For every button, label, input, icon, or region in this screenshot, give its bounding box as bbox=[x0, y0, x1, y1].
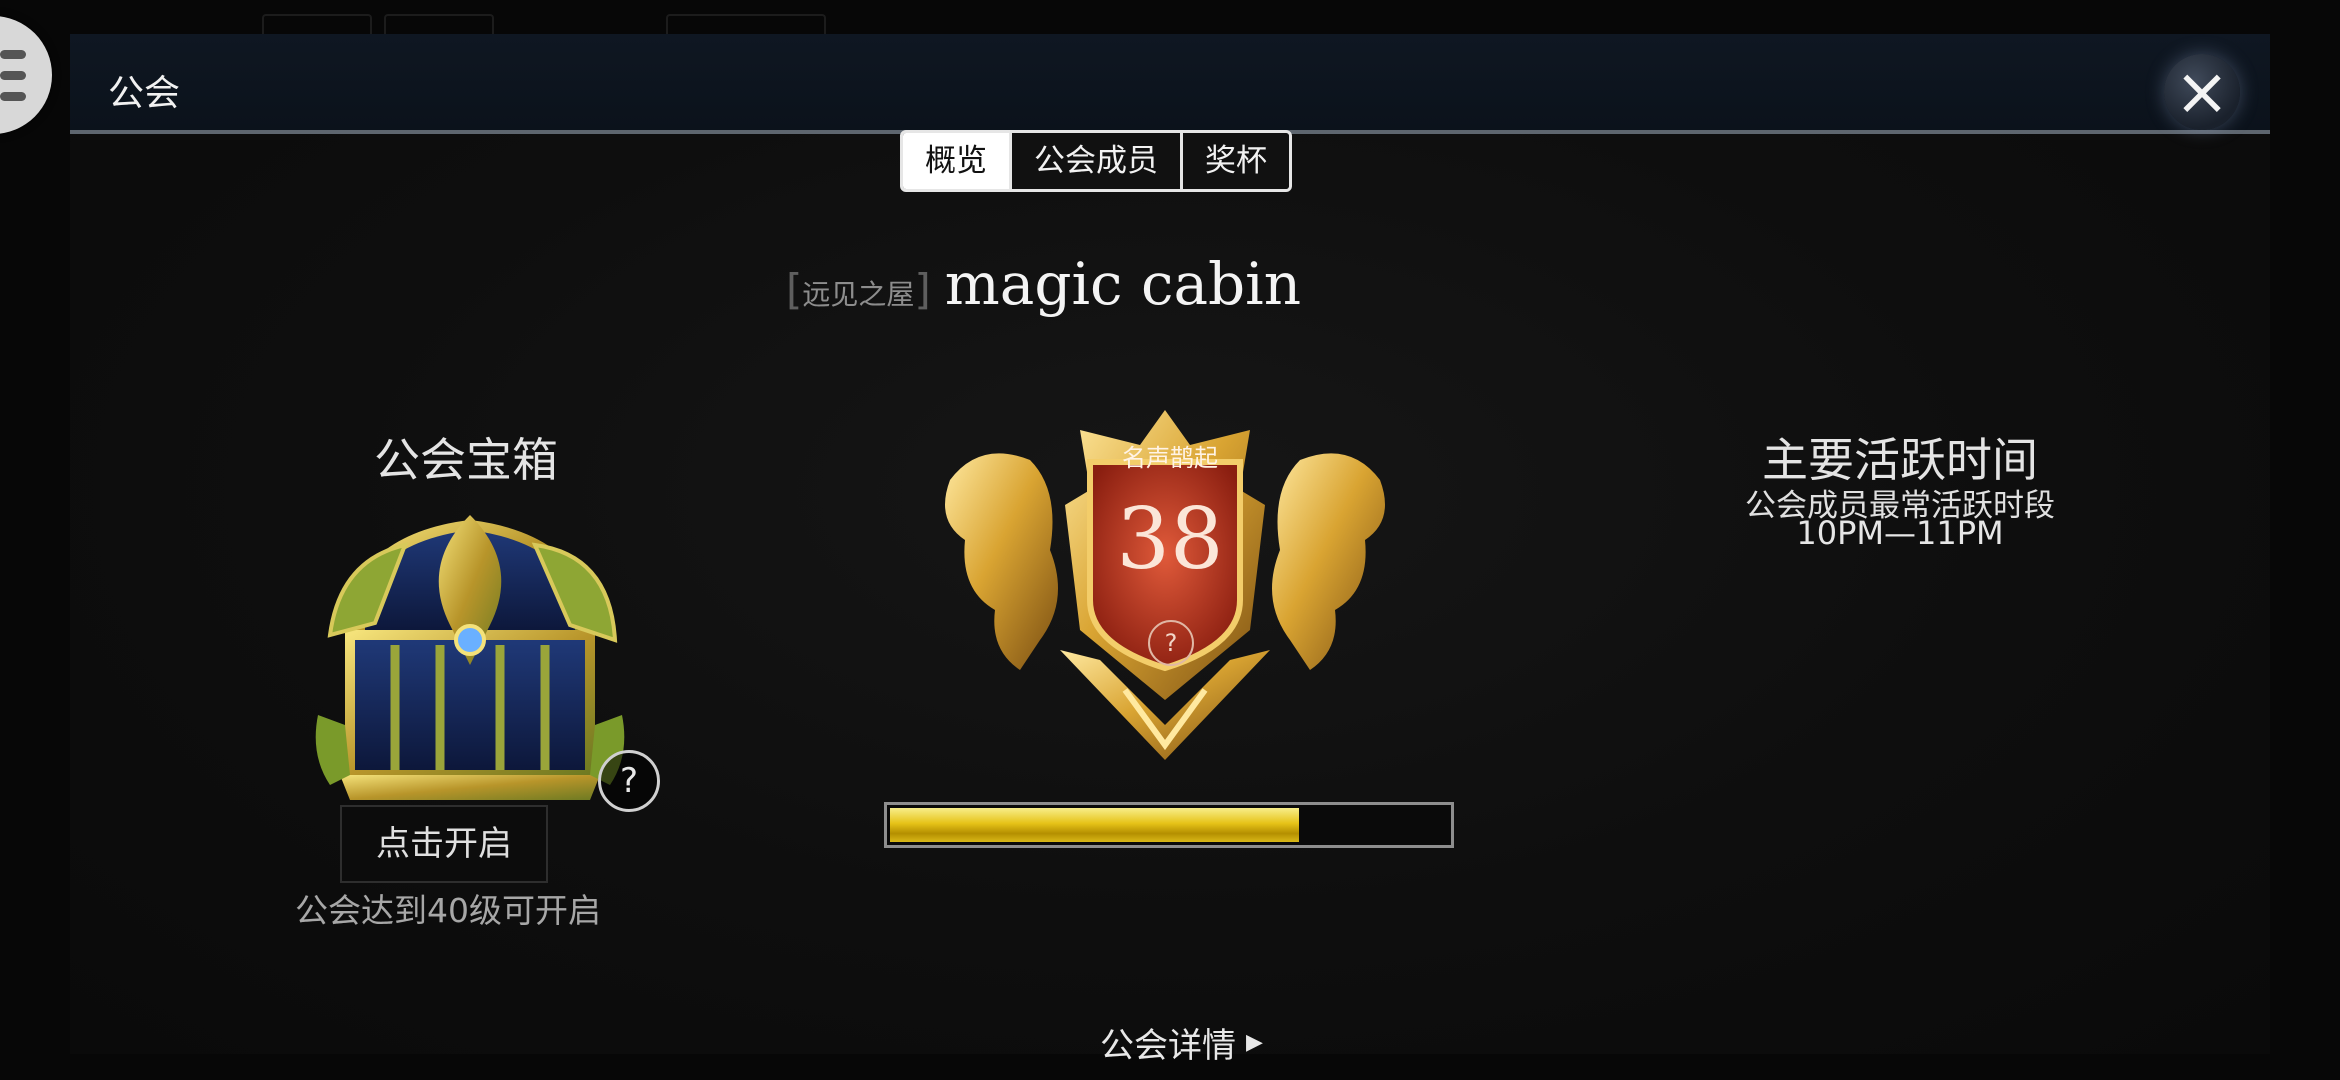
guild-title: magic cabin bbox=[944, 250, 1302, 318]
chest-help-button[interactable]: ? bbox=[598, 750, 660, 812]
guild-level: 38 bbox=[1116, 490, 1224, 588]
chest-unlock-note: 公会达到40级可开启 bbox=[295, 891, 601, 930]
crest-rank-title: 名声鹊起 bbox=[1122, 444, 1218, 472]
guild-details-link[interactable]: 公会详情 ▶ bbox=[1100, 1018, 1263, 1067]
guild-xp-progress-bar bbox=[884, 802, 1454, 848]
close-button[interactable]: × bbox=[2164, 54, 2240, 130]
chest-heading: 公会宝箱 bbox=[374, 433, 558, 487]
active-time-range: 10PM—11PM bbox=[1796, 514, 2004, 552]
crest-help-button[interactable]: ? bbox=[1148, 620, 1194, 666]
progress-fill bbox=[890, 808, 1299, 842]
guild-details-label: 公会详情 bbox=[1100, 1026, 1236, 1066]
guild-tag: [远见之屋] bbox=[786, 265, 931, 314]
tab-members[interactable]: 公会成员 bbox=[1009, 133, 1180, 189]
guild-name-row: [远见之屋] magic cabin bbox=[786, 250, 1301, 318]
triangle-right-icon: ▶ bbox=[1246, 1030, 1263, 1055]
menu-bar bbox=[0, 70, 26, 80]
menu-bar bbox=[0, 49, 26, 59]
treasure-chest-icon[interactable] bbox=[300, 505, 640, 825]
tab-bar: 概览 公会成员 奖杯 bbox=[900, 130, 1292, 192]
guild-tag-text: 远见之屋 bbox=[802, 278, 915, 311]
close-icon: × bbox=[2174, 53, 2230, 130]
dialog-header: 公会 × bbox=[70, 34, 2270, 134]
tab-overview[interactable]: 概览 bbox=[903, 133, 1009, 189]
tab-trophies[interactable]: 奖杯 bbox=[1180, 133, 1289, 189]
open-chest-button[interactable]: 点击开启 bbox=[340, 805, 548, 883]
menu-bar bbox=[0, 91, 26, 101]
dialog-title: 公会 bbox=[108, 73, 181, 114]
